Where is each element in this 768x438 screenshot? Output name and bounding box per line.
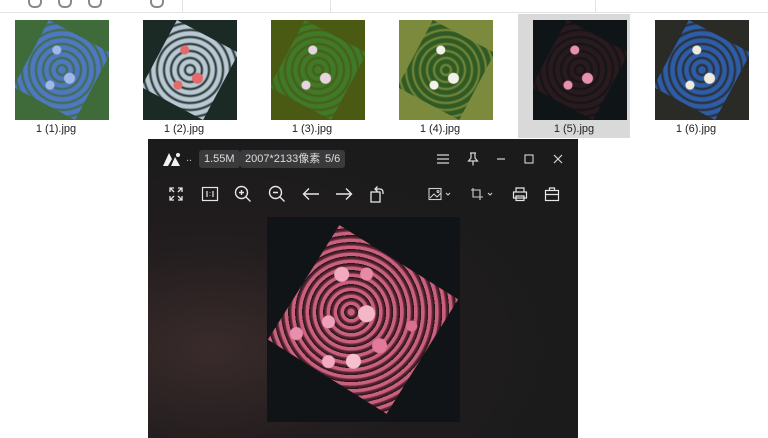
pin-icon[interactable]	[463, 149, 483, 169]
minimize-icon[interactable]	[491, 149, 511, 169]
image-options-icon[interactable]	[427, 183, 455, 205]
crop-icon[interactable]	[469, 183, 497, 205]
file-name-label: 1 (5).jpg	[553, 123, 595, 135]
toolbar-icon[interactable]	[58, 0, 72, 8]
close-icon[interactable]	[548, 149, 568, 169]
file-item[interactable]: 1 (2).jpg	[128, 14, 240, 138]
toolbar-icon[interactable]	[88, 0, 102, 8]
fullscreen-icon[interactable]	[165, 183, 187, 205]
file-item[interactable]: 1 (3).jpg	[256, 14, 368, 138]
toolbar-icon[interactable]	[150, 0, 164, 8]
menu-icon[interactable]	[433, 149, 453, 169]
thumbnail-photo	[143, 20, 237, 120]
file-item[interactable]: 1 (6).jpg	[640, 14, 752, 138]
displayed-photo	[267, 225, 459, 414]
file-size-chip: 1.55M	[199, 150, 240, 168]
file-thumbnail	[143, 20, 237, 120]
next-icon[interactable]	[333, 183, 355, 205]
toolbar-divider	[330, 0, 331, 12]
thumbnail-photo	[533, 20, 627, 120]
toolbar-divider	[182, 0, 183, 12]
previous-icon[interactable]	[300, 183, 322, 205]
rotate-icon[interactable]	[366, 183, 388, 205]
file-item[interactable]: 1 (1).jpg	[0, 14, 112, 138]
file-name-label: 1 (3).jpg	[291, 123, 333, 135]
thumbnail-photo	[15, 20, 109, 120]
bag-icon[interactable]	[541, 183, 563, 205]
file-name-label: 1 (4).jpg	[419, 123, 461, 135]
file-thumbnail	[655, 20, 749, 120]
file-name-label: 1 (6).jpg	[675, 123, 717, 135]
explorer-toolbar	[0, 0, 768, 13]
thumbnail-photo	[399, 20, 493, 120]
viewer-toolbar	[148, 179, 578, 209]
file-thumbnail	[533, 20, 627, 120]
thumbnail-photo	[655, 20, 749, 120]
dimensions-chip: 2007*2133像素	[240, 150, 326, 168]
position-chip: 5/6	[320, 150, 346, 168]
file-thumbnail	[271, 20, 365, 120]
file-name-label: 1 (2).jpg	[163, 123, 205, 135]
file-name-label: 1 (1).jpg	[35, 123, 77, 135]
file-thumbnail	[15, 20, 109, 120]
file-item[interactable]: 1 (5).jpg	[518, 14, 630, 138]
file-thumbnail	[399, 20, 493, 120]
file-item[interactable]: 1 (4).jpg	[384, 14, 496, 138]
image-viewer-window[interactable]: .. 1.55M 2007*2133像素 5/6	[148, 139, 578, 438]
toolbar-icon[interactable]	[28, 0, 42, 8]
thumbnail-photo	[271, 20, 365, 120]
actual-size-icon[interactable]	[199, 183, 221, 205]
image-canvas[interactable]	[267, 217, 460, 422]
zoom-in-icon[interactable]	[232, 183, 254, 205]
zoom-out-icon[interactable]	[266, 183, 288, 205]
toolbar-divider	[595, 0, 596, 12]
maximize-icon[interactable]	[519, 149, 539, 169]
title-ellipsis: ..	[186, 152, 193, 164]
viewer-titlebar[interactable]: .. 1.55M 2007*2133像素 5/6	[148, 139, 578, 177]
app-logo-icon	[163, 153, 180, 166]
print-icon[interactable]	[509, 183, 531, 205]
